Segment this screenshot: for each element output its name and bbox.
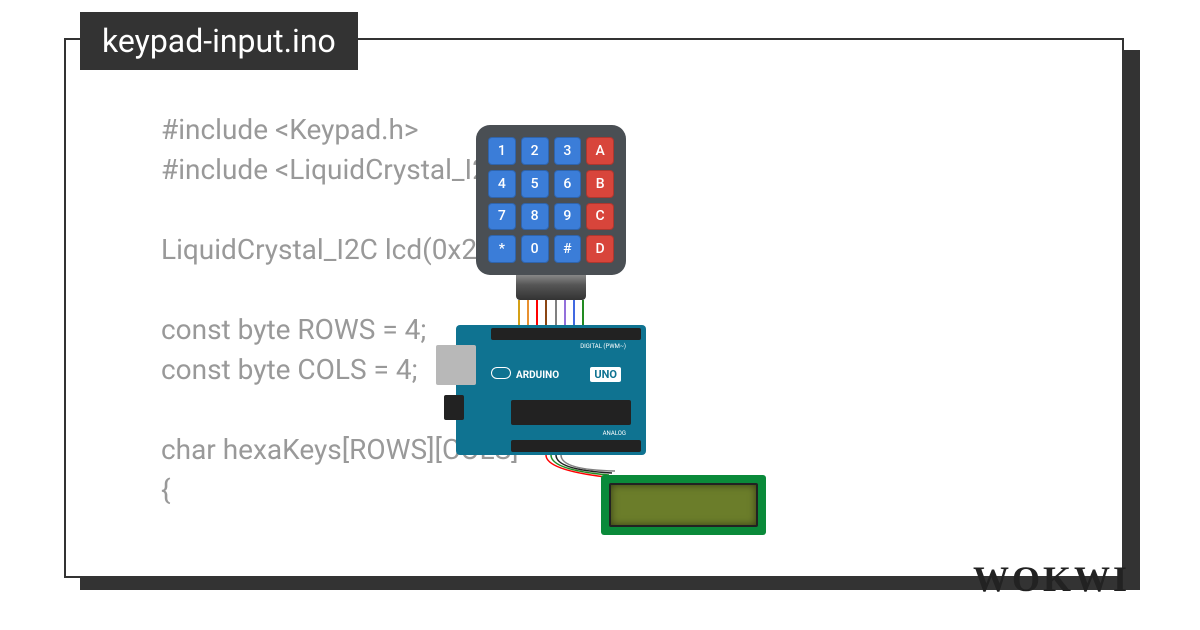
keypad-key-B[interactable]: B	[586, 170, 614, 198]
keypad-key-3[interactable]: 3	[554, 137, 582, 165]
lcd-component[interactable]	[601, 475, 766, 535]
arduino-pwm-label: DIGITAL (PWM~)	[580, 343, 626, 350]
wire	[564, 300, 566, 325]
wire	[555, 300, 557, 325]
wire	[545, 300, 547, 325]
arduino-logo-icon	[491, 367, 511, 379]
keypad-key-D[interactable]: D	[586, 235, 614, 263]
wire	[518, 300, 520, 325]
arduino-board[interactable]: ARDUINO UNO DIGITAL (PWM~) ANALOG	[456, 325, 646, 455]
keypad-key-9[interactable]: 9	[554, 203, 582, 231]
wire	[536, 300, 538, 325]
simulator-view: 123A 456B 789C *0#D ARDUINO UNO DIGITAL (PW…	[456, 125, 776, 565]
arduino-analog-label: ANALOG	[603, 430, 626, 437]
file-title-tab: keypad-input.ino	[80, 12, 358, 70]
keypad-key-7[interactable]: 7	[488, 203, 516, 231]
keypad-component[interactable]: 123A 456B 789C *0#D	[476, 125, 626, 275]
arduino-brand: ARDUINO	[516, 370, 559, 381]
keypad-key-C[interactable]: C	[586, 203, 614, 231]
keypad-connector	[516, 275, 586, 300]
arduino-chip	[511, 400, 631, 425]
arduino-model: UNO	[590, 367, 621, 382]
keypad-key-2[interactable]: 2	[521, 137, 549, 165]
keypad-key-A[interactable]: A	[586, 137, 614, 165]
lcd-screen	[609, 483, 758, 527]
keypad-wires	[518, 300, 584, 325]
keypad-key-1[interactable]: 1	[488, 137, 516, 165]
keypad-key-#[interactable]: #	[554, 235, 582, 263]
arduino-pins-analog	[511, 440, 641, 452]
keypad-key-8[interactable]: 8	[521, 203, 549, 231]
wire	[573, 300, 575, 325]
wokwi-logo: WOKWI	[973, 558, 1130, 600]
keypad-key-*[interactable]: *	[488, 235, 516, 263]
code-card: #include <Keypad.h> #include <LiquidCrys…	[64, 38, 1124, 578]
keypad-key-5[interactable]: 5	[521, 170, 549, 198]
wire	[582, 300, 584, 325]
keypad-key-0[interactable]: 0	[521, 235, 549, 263]
wire	[527, 300, 529, 325]
keypad-key-6[interactable]: 6	[554, 170, 582, 198]
arduino-pins-digital	[491, 328, 641, 340]
keypad-key-4[interactable]: 4	[488, 170, 516, 198]
